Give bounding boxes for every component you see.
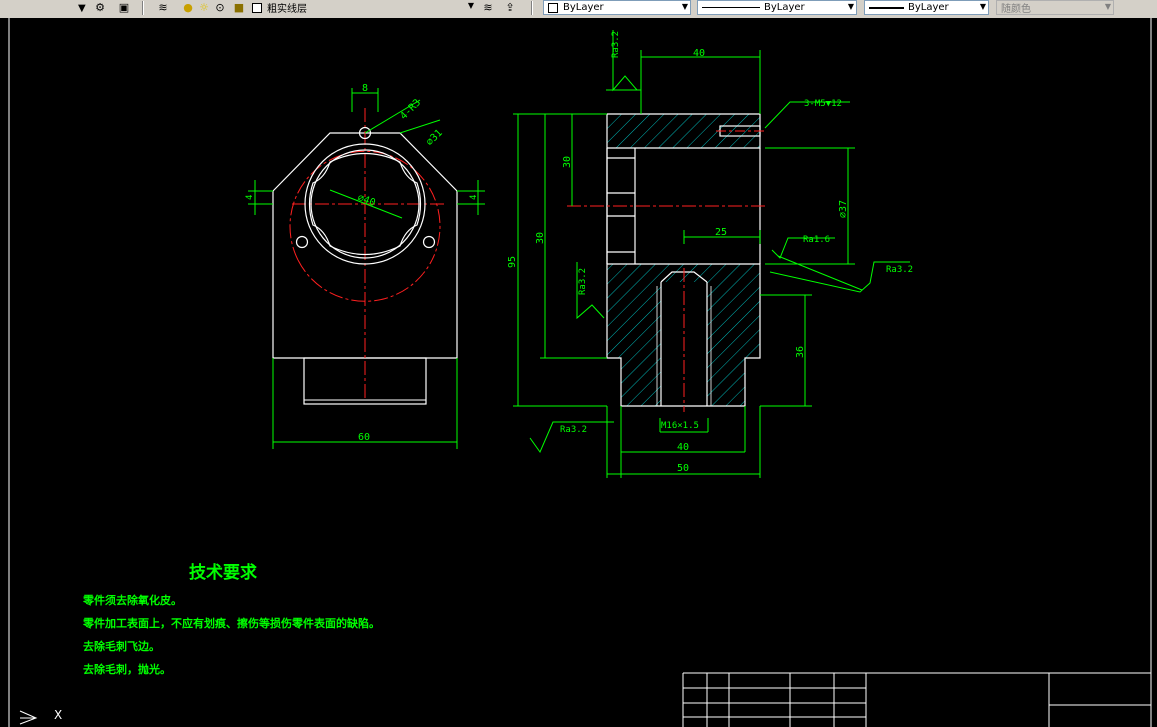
dim-bolt-holes: 4-R3 (398, 97, 423, 122)
color-swatch (548, 2, 558, 13)
dim-front-width: 60 (358, 432, 370, 443)
toolbar-separator (531, 1, 533, 15)
title-block (682, 672, 1151, 727)
lightbulb-icon[interactable]: ● (181, 1, 195, 15)
ucs-icon (19, 710, 38, 725)
front-view: 8 4-R3 ⌀31 ⌀40 4 4 60 (245, 83, 485, 449)
layer-color-icon[interactable]: ■ (232, 1, 246, 15)
dim-40-bottom: 40 (677, 442, 689, 453)
layer-state-icon[interactable]: ▣ (117, 1, 131, 15)
linetype-control-value: ByLayer (764, 2, 805, 13)
plot-style-dropdown: 随颜色 ▼ (996, 0, 1114, 15)
linetype-preview (702, 7, 760, 8)
sun-icon[interactable]: ☼ (197, 1, 211, 15)
dim-overall-height: 95 (507, 256, 518, 268)
dim-section-top: 40 (693, 48, 705, 59)
roughness-right: Ra3.2 (886, 265, 913, 275)
color-control-value: ByLayer (563, 2, 604, 13)
ucs-x-label: X (54, 708, 63, 722)
layer-swatch (252, 2, 262, 13)
dim-outer-diameter: ⌀31 (424, 128, 445, 149)
callout-thread-holes: 3-M5▼12 (804, 99, 842, 109)
roughness-top: Ra3.2 (611, 31, 621, 58)
roughness-left: Ra3.2 (578, 268, 588, 295)
make-current-icon[interactable]: ≋ (481, 1, 495, 15)
lineweight-control-value: ByLayer (908, 2, 949, 13)
toolbar-separator (142, 1, 144, 15)
dim-30-upper: 30 (562, 156, 573, 168)
dim-thread-m16: M16×1.5 (661, 421, 699, 431)
dim-25: 25 (715, 227, 727, 238)
dim-side-right: 4 (469, 195, 479, 200)
linetype-control-dropdown[interactable]: ByLayer ▼ (697, 0, 857, 15)
roughness-1-6: Ra1.6 (803, 235, 830, 245)
dim-diameter-37: ⌀37 (838, 200, 849, 218)
layer-previous-icon[interactable]: ⇪ (503, 1, 517, 15)
tech-requirement-line: 去除毛刺，抛光。 (83, 663, 171, 676)
tech-requirement-line: 零件加工表面上，不应有划痕、擦伤等损伤零件表面的缺陷。 (83, 617, 380, 630)
chevron-down-icon: ▼ (847, 2, 854, 11)
chevron-down-icon: ▼ (467, 1, 474, 10)
layers-icon[interactable]: ≋ (156, 1, 170, 15)
dim-inner-diameter: ⌀40 (356, 192, 377, 209)
dim-front-top: 8 (362, 83, 368, 94)
dim-50-bottom: 50 (677, 463, 689, 474)
dim-30-lower: 30 (535, 232, 546, 244)
color-control-dropdown[interactable]: ByLayer ▼ (543, 0, 691, 15)
plot-style-value: 随颜色 (1001, 4, 1031, 15)
tech-requirement-line: 去除毛刺飞边。 (83, 640, 160, 653)
dim-36: 36 (795, 346, 806, 358)
dim-side-left: 4 (245, 195, 255, 200)
chevron-down-icon: ▼ (979, 2, 986, 11)
layer-name: 粗实线层 (267, 4, 307, 15)
properties-toolbar: ▼ ⚙ ▣ ≋ ● ☼ ⊙ ■ 粗实线层 ▼ ≋ ⇪ ByLayer ▼ ByL… (0, 0, 1157, 19)
section-view: 40 Ra3.2 3-M5▼12 30 30 95 ⌀37 25 36 Ra1.… (507, 30, 913, 478)
roughness-bottom: Ra3.2 (560, 425, 587, 435)
tech-requirements-title: 技术要求 (189, 563, 257, 583)
layer-dropdown[interactable]: 粗实线层 ▼ (248, 0, 476, 15)
chevron-down-icon: ▼ (1104, 2, 1111, 11)
lock-icon[interactable]: ⊙ (213, 1, 227, 15)
gear-icon[interactable]: ⚙ (93, 1, 107, 15)
chevron-down-icon: ▼ (681, 2, 688, 11)
model-space[interactable]: 8 4-R3 ⌀31 ⌀40 4 4 60 40 Ra3.2 3-M5▼12 3… (0, 18, 1157, 727)
lineweight-preview (869, 6, 904, 9)
dropdown-arrow-icon[interactable]: ▼ (78, 0, 86, 17)
tech-requirement-line: 零件须去除氧化皮。 (83, 594, 182, 607)
lineweight-control-dropdown[interactable]: ByLayer ▼ (864, 0, 989, 15)
